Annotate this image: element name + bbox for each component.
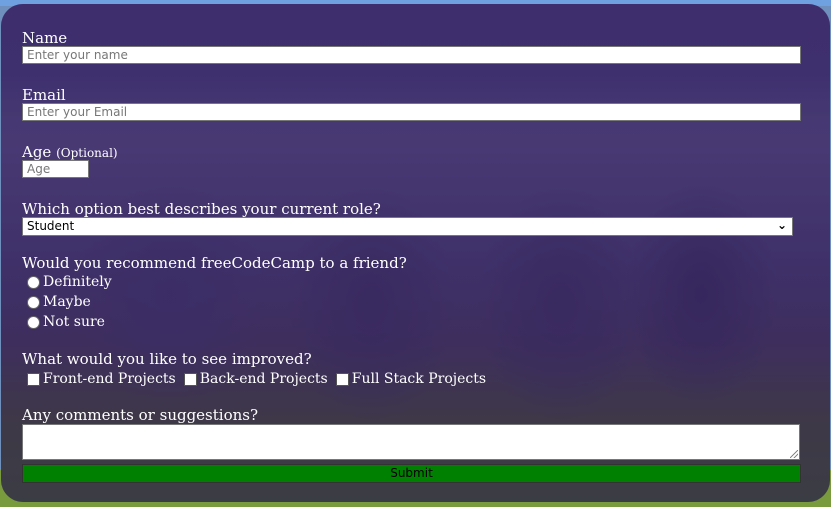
role-select[interactable]: Student ⌄ <box>22 217 793 236</box>
age-optional-text: (Optional) <box>56 146 118 160</box>
comments-label: Any comments or suggestions? <box>22 406 259 424</box>
survey-form: Name Enter your name Email Enter your Em… <box>1 4 830 502</box>
radio-button[interactable] <box>27 315 40 329</box>
email-label: Email <box>22 86 66 104</box>
role-select-value: Student <box>27 219 75 233</box>
recommend-option-definitely[interactable]: Definitely <box>27 273 112 291</box>
checkbox-label: Back-end Projects <box>199 371 328 387</box>
age-label-text: Age <box>22 143 52 161</box>
improve-option-back-end[interactable]: Back-end Projects <box>183 370 328 388</box>
comments-textarea[interactable] <box>22 424 800 460</box>
email-input[interactable]: Enter your Email <box>22 103 801 121</box>
radio-button[interactable] <box>27 275 40 289</box>
recommend-label: Would you recommend freeCodeCamp to a fr… <box>22 254 407 272</box>
recommend-option-not-sure[interactable]: Not sure <box>27 313 105 331</box>
radio-label: Not sure <box>43 314 105 330</box>
improve-option-full-stack[interactable]: Full Stack Projects <box>335 370 487 388</box>
checkbox[interactable] <box>335 372 349 386</box>
improve-label: What would you like to see improved? <box>22 350 312 368</box>
checkbox-label: Full Stack Projects <box>351 371 487 387</box>
submit-button[interactable]: Submit <box>22 464 801 483</box>
recommend-option-maybe[interactable]: Maybe <box>27 293 91 311</box>
radio-button[interactable] <box>27 295 40 309</box>
chevron-down-icon: ⌄ <box>776 218 787 232</box>
improve-option-front-end[interactable]: Front-end Projects <box>27 370 176 388</box>
role-label: Which option best describes your current… <box>22 200 381 218</box>
checkbox[interactable] <box>27 372 40 386</box>
resize-grip-icon[interactable] <box>790 450 798 458</box>
radio-label: Maybe <box>43 294 91 310</box>
age-input[interactable]: Age <box>22 160 89 178</box>
name-label: Name <box>22 29 68 47</box>
checkbox-label: Front-end Projects <box>43 371 176 387</box>
name-input[interactable]: Enter your name <box>22 46 801 64</box>
checkbox[interactable] <box>183 372 197 386</box>
improve-options: Front-end Projects Back-end Projects Ful… <box>27 370 494 388</box>
radio-label: Definitely <box>43 274 112 290</box>
